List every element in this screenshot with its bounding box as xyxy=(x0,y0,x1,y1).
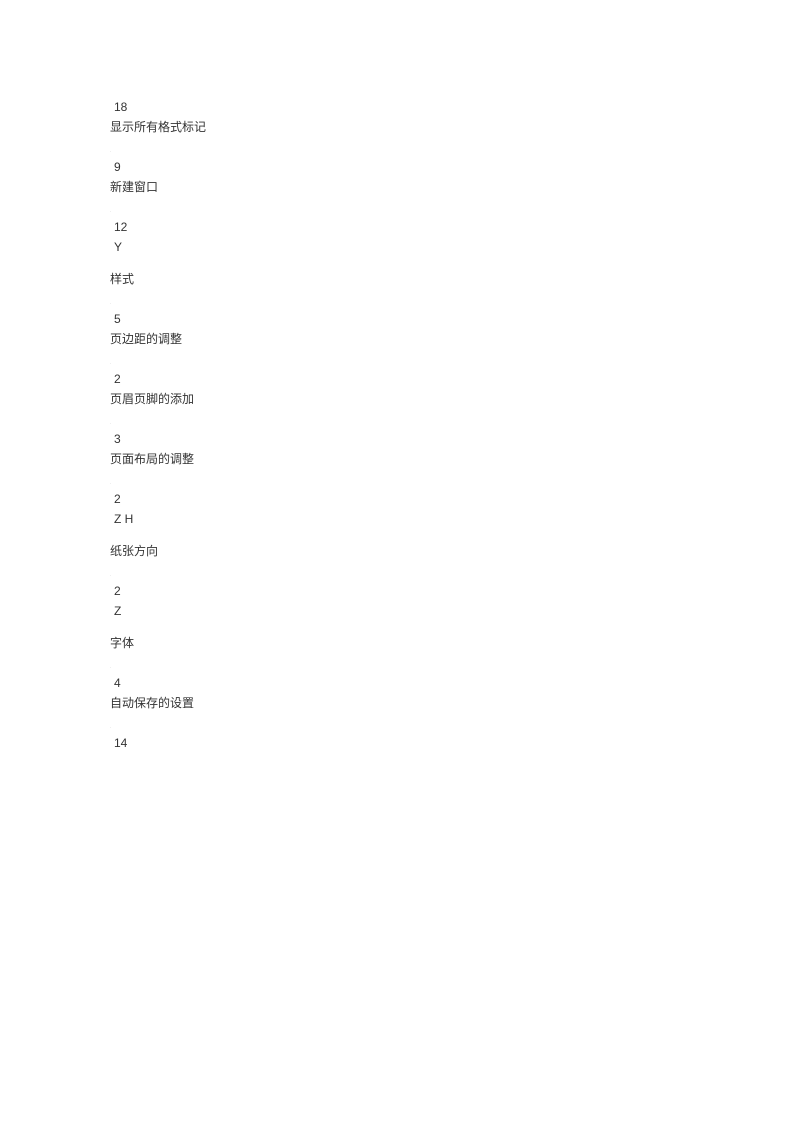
separator-dot: . xyxy=(110,572,206,578)
item-number: 12 xyxy=(114,218,206,236)
item-code: Z H xyxy=(114,510,206,528)
item-label: 页眉页脚的添加 xyxy=(110,390,206,408)
separator-dot: . xyxy=(110,480,206,486)
item-label: 纸张方向 xyxy=(110,542,206,560)
list-item: 2 Z H 纸张方向 xyxy=(110,490,206,560)
item-number: 2 xyxy=(114,490,206,508)
item-code: Y xyxy=(114,238,206,256)
list-item: 2 页眉页脚的添加 xyxy=(110,370,206,408)
separator-dot: . xyxy=(110,148,206,154)
item-number: 14 xyxy=(114,734,206,752)
item-label: 字体 xyxy=(110,634,206,652)
list-item: 4 自动保存的设置 xyxy=(110,674,206,712)
separator-dot: . xyxy=(110,208,206,214)
list-item: 2 Z 字体 xyxy=(110,582,206,652)
separator-dot: . xyxy=(110,360,206,366)
list-item: 3 页面布局的调整 xyxy=(110,430,206,468)
list-item: 18 显示所有格式标记 xyxy=(110,98,206,136)
separator-dot: . xyxy=(110,420,206,426)
item-number: 9 xyxy=(114,158,206,176)
list-item: 5 页边距的调整 xyxy=(110,310,206,348)
separator-dot: . xyxy=(110,300,206,306)
document-content: 18 显示所有格式标记 . 9 新建窗口 . 12 Y 样式 . 5 页边距的调… xyxy=(110,98,206,760)
item-label: 新建窗口 xyxy=(110,178,206,196)
item-label: 样式 xyxy=(110,270,206,288)
item-number: 18 xyxy=(114,98,206,116)
item-label: 显示所有格式标记 xyxy=(110,118,206,136)
separator-dot: . xyxy=(110,664,206,670)
list-item: 9 新建窗口 xyxy=(110,158,206,196)
list-item: 14 xyxy=(110,734,206,752)
item-number: 3 xyxy=(114,430,206,448)
item-code: Z xyxy=(114,602,206,620)
item-number: 5 xyxy=(114,310,206,328)
separator-dot: . xyxy=(110,724,206,730)
item-label: 页面布局的调整 xyxy=(110,450,206,468)
item-number: 2 xyxy=(114,370,206,388)
item-label: 自动保存的设置 xyxy=(110,694,206,712)
list-item: 12 Y 样式 xyxy=(110,218,206,288)
item-number: 4 xyxy=(114,674,206,692)
item-label: 页边距的调整 xyxy=(110,330,206,348)
item-number: 2 xyxy=(114,582,206,600)
